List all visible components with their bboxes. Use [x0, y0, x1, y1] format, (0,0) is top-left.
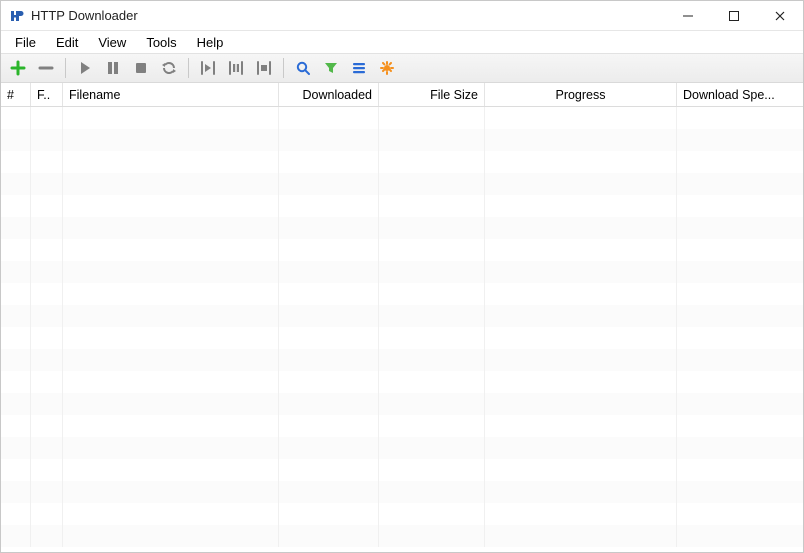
- close-button[interactable]: [757, 1, 803, 30]
- table-row: [1, 217, 803, 239]
- table-row: [1, 129, 803, 151]
- table-row: [1, 415, 803, 437]
- options-icon: [379, 60, 395, 76]
- column-index[interactable]: #: [1, 83, 31, 106]
- window-controls: [665, 1, 803, 30]
- toolbar: [1, 53, 803, 83]
- table-row: [1, 525, 803, 547]
- toolbar-separator: [65, 58, 66, 78]
- table-row: [1, 151, 803, 173]
- column-flag[interactable]: F..: [31, 83, 63, 106]
- options-button[interactable]: [376, 57, 398, 79]
- toolbar-separator: [283, 58, 284, 78]
- restart-icon: [161, 60, 177, 76]
- table-body[interactable]: [1, 107, 803, 552]
- maximize-button[interactable]: [711, 1, 757, 30]
- table-row: [1, 305, 803, 327]
- table-row: [1, 239, 803, 261]
- search-icon: [295, 60, 311, 76]
- table-row: [1, 393, 803, 415]
- stop-icon: [133, 60, 149, 76]
- table-row: [1, 107, 803, 129]
- queue-start-icon: [199, 60, 217, 76]
- table-row: [1, 437, 803, 459]
- window-title: HTTP Downloader: [31, 8, 138, 23]
- queue-stop-button[interactable]: [253, 57, 275, 79]
- remove-button[interactable]: [35, 57, 57, 79]
- column-downloaded[interactable]: Downloaded: [279, 83, 379, 106]
- column-filename[interactable]: Filename: [63, 83, 279, 106]
- table-row: [1, 173, 803, 195]
- table-row: [1, 459, 803, 481]
- titlebar: HTTP Downloader: [1, 1, 803, 31]
- list-icon: [351, 60, 367, 76]
- menu-view[interactable]: View: [88, 33, 136, 52]
- table-row: [1, 503, 803, 525]
- column-progress[interactable]: Progress: [485, 83, 677, 106]
- queue-pause-button[interactable]: [225, 57, 247, 79]
- queue-start-button[interactable]: [197, 57, 219, 79]
- table-row: [1, 481, 803, 503]
- menu-edit[interactable]: Edit: [46, 33, 88, 52]
- column-filesize[interactable]: File Size: [379, 83, 485, 106]
- stop-button[interactable]: [130, 57, 152, 79]
- table-header: # F.. Filename Downloaded File Size Prog…: [1, 83, 803, 107]
- app-icon: [9, 8, 25, 24]
- search-button[interactable]: [292, 57, 314, 79]
- menu-file[interactable]: File: [5, 33, 46, 52]
- pause-button[interactable]: [102, 57, 124, 79]
- table-row: [1, 261, 803, 283]
- minimize-button[interactable]: [665, 1, 711, 30]
- restart-button[interactable]: [158, 57, 180, 79]
- remove-icon: [38, 60, 54, 76]
- play-icon: [77, 60, 93, 76]
- filter-icon: [323, 60, 339, 76]
- table-row: [1, 195, 803, 217]
- column-speed[interactable]: Download Spe...: [677, 83, 803, 106]
- add-button[interactable]: [7, 57, 29, 79]
- toolbar-separator: [188, 58, 189, 78]
- menu-help[interactable]: Help: [187, 33, 234, 52]
- add-icon: [10, 60, 26, 76]
- table-row: [1, 371, 803, 393]
- queue-stop-icon: [255, 60, 273, 76]
- pause-icon: [105, 60, 121, 76]
- app-window: HTTP Downloader File Edit View Tools Hel…: [0, 0, 804, 553]
- start-button[interactable]: [74, 57, 96, 79]
- filter-button[interactable]: [320, 57, 342, 79]
- queue-pause-icon: [227, 60, 245, 76]
- menubar: File Edit View Tools Help: [1, 31, 803, 53]
- list-button[interactable]: [348, 57, 370, 79]
- table-row: [1, 349, 803, 371]
- table-row: [1, 327, 803, 349]
- menu-tools[interactable]: Tools: [136, 33, 186, 52]
- table-row: [1, 283, 803, 305]
